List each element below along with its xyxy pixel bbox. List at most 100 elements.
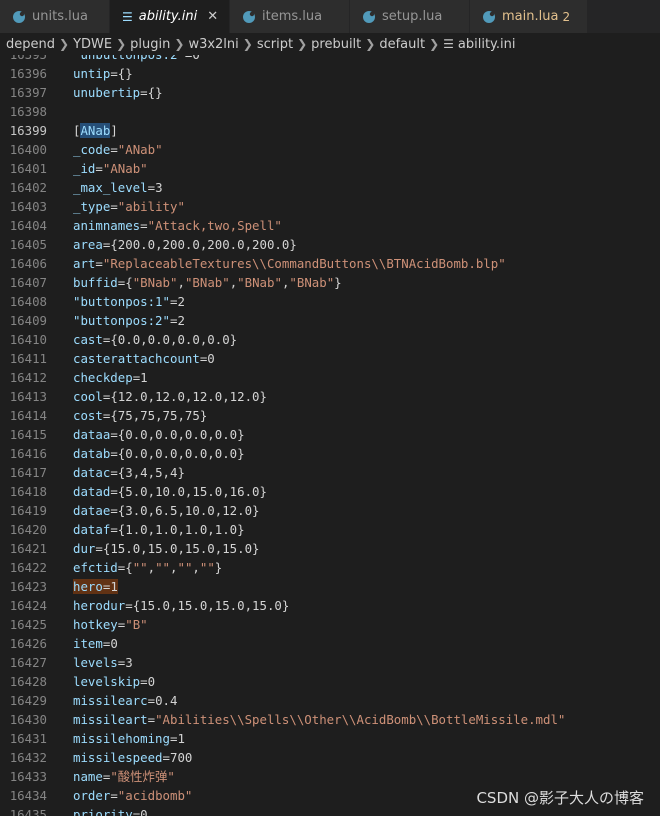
ini-key: levels [73, 655, 118, 670]
ini-value: 1 [177, 731, 185, 746]
ini-value: "ReplaceableTextures\\CommandButtons\\BT… [102, 256, 506, 271]
code-line: 16418 datad={5.0,10.0,15.0,16.0} [0, 482, 660, 501]
ini-key: missilespeed [73, 750, 163, 765]
ini-operator: = [110, 788, 118, 803]
code-line: 16420 dataf={1.0,1.0,1.0,1.0} [0, 520, 660, 539]
line-content: dur={15.0,15.0,15.0,15.0} [73, 539, 260, 558]
ini-value: {200.0,200.0,200.0,200.0} [110, 237, 297, 252]
ini-key: datae [73, 503, 111, 518]
code-line: 16419 datae={3.0,6.5,10.0,12.0} [0, 501, 660, 520]
breadcrumb-item[interactable]: script [257, 37, 293, 52]
ini-operator: = [147, 693, 156, 708]
line-number: 16401 [9, 161, 47, 176]
breadcrumb-item[interactable]: default [379, 37, 425, 52]
ini-value: {3.0,6.5,10.0,12.0} [117, 503, 260, 518]
code-line: 16396 untip={} [0, 64, 660, 83]
line-number: 16414 [9, 408, 47, 423]
line-content: missilespeed=700 [73, 748, 192, 767]
line-content: _id="ANab" [73, 159, 148, 178]
ini-punct: } [214, 560, 223, 575]
ini-key: "unbuttonpos:2" [73, 55, 185, 62]
code-line: 16424 herodur={15.0,15.0,15.0,15.0} [0, 596, 660, 615]
ini-key: area [73, 237, 103, 252]
ini-value: {0.0,0.0,0.0,0.0} [117, 446, 245, 461]
breadcrumb-item[interactable]: depend [6, 37, 55, 52]
ini-operator: = [95, 256, 103, 271]
ini-string: "" [199, 560, 215, 575]
ini-value: "酸性炸弹" [110, 769, 175, 784]
ini-key: dur [73, 541, 96, 556]
code-line: 16401 _id="ANab" [0, 159, 660, 178]
line-content: missileart="Abilities\\Spells\\Other\\Ac… [73, 710, 565, 729]
code-line: 16428 levelskip=0 [0, 672, 660, 691]
line-number: 16418 [9, 484, 47, 499]
ini-string: "" [132, 560, 148, 575]
moon-icon [242, 10, 256, 24]
chevron-right-icon: ❯ [365, 37, 376, 51]
ini-key: herodur [73, 598, 126, 613]
line-content: datad={5.0,10.0,15.0,16.0} [73, 482, 267, 501]
line-content: missilearc=0.4 [73, 691, 177, 710]
line-content: cool={12.0,12.0,12.0,12.0} [73, 387, 267, 406]
line-content: missilehoming=1 [73, 729, 185, 748]
line-number: 16402 [9, 180, 47, 195]
line-number: 16413 [9, 389, 47, 404]
moon-icon [12, 10, 26, 24]
breadcrumb: depend ❯ YDWE ❯ plugin ❯ w3x2lni ❯ scrip… [0, 33, 660, 55]
section-bracket: ] [110, 123, 118, 138]
ini-value: 0 [147, 674, 156, 689]
line-content: unubertip={} [73, 83, 163, 102]
ini-operator: = [162, 750, 170, 765]
ini-punct: { [125, 275, 133, 290]
ini-punct: } [334, 275, 342, 290]
line-number: 16416 [9, 446, 47, 461]
line-number: 16403 [9, 199, 47, 214]
ini-key: "buttonpos:1" [73, 294, 170, 309]
code-line: 16404 animnames="Attack,two,Spell" [0, 216, 660, 235]
ini-string: "BNab" [184, 275, 230, 290]
ini-value: {} [147, 85, 163, 100]
code-line: 16408 "buttonpos:1"=2 [0, 292, 660, 311]
tab-setup-lua[interactable]: setup.lua [350, 0, 470, 33]
ini-operator: = [110, 522, 118, 537]
ini-operator: = [147, 180, 156, 195]
line-content: "buttonpos:1"=2 [73, 292, 185, 311]
code-line: 16425 hotkey="B" [0, 615, 660, 634]
breadcrumb-item[interactable]: ability.ini [458, 37, 516, 52]
line-content: name="酸性炸弹" [73, 767, 175, 786]
ini-key: "buttonpos:2" [73, 313, 170, 328]
ini-key: hero [73, 579, 103, 594]
ini-punct: , [192, 560, 200, 575]
ini-operator: = [140, 85, 148, 100]
line-number: 16433 [9, 769, 47, 784]
ini-operator: = [110, 446, 118, 461]
line-number: 16426 [9, 636, 47, 651]
ini-string: "" [177, 560, 193, 575]
close-icon[interactable]: ✕ [207, 9, 218, 24]
tab-ability-ini[interactable]: ☰ ability.ini ✕ [110, 0, 230, 33]
breadcrumb-item[interactable]: w3x2lni [188, 37, 238, 52]
tab-main-lua[interactable]: main.lua 2 [470, 0, 588, 33]
breadcrumb-item[interactable]: YDWE [73, 37, 112, 52]
breadcrumb-item[interactable]: plugin [130, 37, 170, 52]
ini-operator: = [110, 503, 118, 518]
ini-string: "" [155, 560, 171, 575]
line-number: 16421 [9, 541, 47, 556]
chevron-right-icon: ❯ [116, 37, 127, 51]
tab-units-lua[interactable]: units.lua [0, 0, 110, 33]
line-number: 16422 [9, 560, 47, 575]
tab-items-lua[interactable]: items.lua [230, 0, 350, 33]
breadcrumb-item[interactable]: prebuilt [311, 37, 361, 52]
ini-value: {0.0,0.0,0.0,0.0} [110, 332, 238, 347]
ini-key: _code [73, 142, 111, 157]
line-number: 16419 [9, 503, 47, 518]
line-content: "buttonpos:2"=2 [73, 311, 185, 330]
code-editor[interactable]: 16395"unbuttonpos:2"=016396untip={}16397… [0, 55, 660, 816]
ini-string: "BNab" [289, 275, 335, 290]
code-line: 16400 _code="ANab" [0, 140, 660, 159]
ini-key: levelskip [73, 674, 141, 689]
code-line: 16421 dur={15.0,15.0,15.0,15.0} [0, 539, 660, 558]
code-line: 16405 area={200.0,200.0,200.0,200.0} [0, 235, 660, 254]
ini-key: order [73, 788, 111, 803]
code-line: 16422 efctid={"","","",""} [0, 558, 660, 577]
